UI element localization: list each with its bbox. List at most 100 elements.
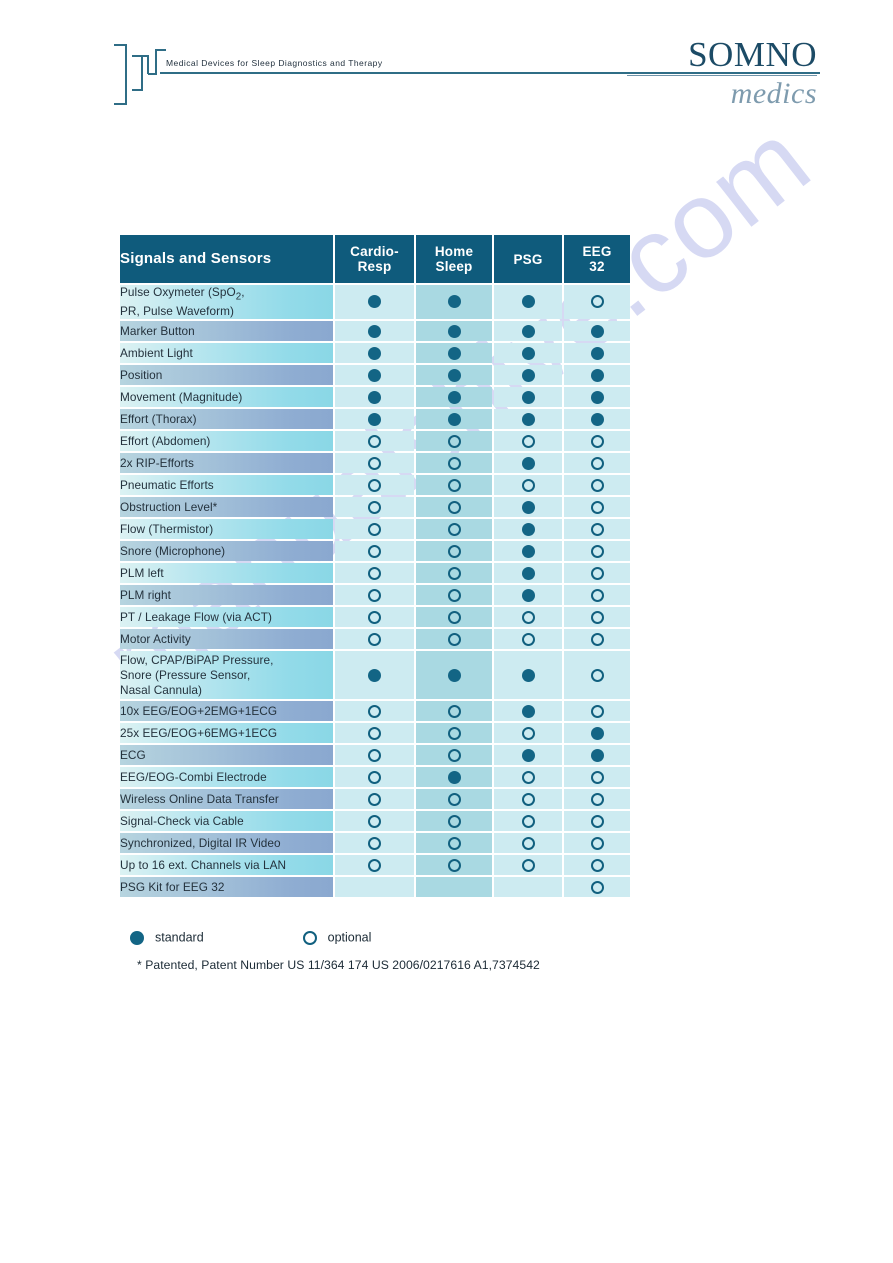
open-circle-icon [521,434,535,448]
matrix-cell [564,767,630,788]
open-circle-icon [590,544,604,558]
matrix-cell [335,629,414,650]
brand-name-medics: medics [730,77,817,110]
comparison-matrix: Signals and Sensors Cardio- Resp Home Sl… [118,233,632,899]
matrix-cell [494,701,562,722]
filled-circle-icon [447,324,461,338]
table-head: Signals and Sensors Cardio- Resp Home Sl… [120,235,630,283]
matrix-cell [494,629,562,650]
empty-cell-icon [522,881,535,894]
matrix-cell [494,789,562,810]
matrix-cell [335,519,414,540]
open-circle-icon [590,704,604,718]
table-row: Ambient Light [120,343,630,364]
filled-circle-icon [521,346,535,360]
table-row: Effort (Abdomen) [120,431,630,452]
matrix-cell [335,745,414,766]
open-circle-icon [368,632,381,646]
open-circle-icon [590,522,604,536]
row-label: PLM right [120,585,333,606]
matrix-cell [494,877,562,898]
matrix-cell [494,409,562,430]
page-header: Medical Devices for Sleep Diagnostics an… [0,0,893,140]
column-header-psg: PSG [494,235,562,283]
matrix-cell [416,321,492,342]
open-circle-icon [447,814,461,828]
open-circle-icon [447,748,461,762]
filled-circle-icon [590,748,604,762]
column-header-line1: Home [434,244,474,259]
empty-cell-icon [448,881,461,894]
matrix-cell [335,497,414,518]
legend-optional: optional [302,930,371,946]
filled-circle-icon [521,456,535,470]
matrix-cell [564,585,630,606]
filled-circle-icon [521,295,535,309]
matrix-cell [564,607,630,628]
open-circle-icon [368,434,381,448]
column-header-eeg-32: EEG 32 [564,235,630,283]
row-label: Effort (Thorax) [120,409,333,430]
open-circle-icon [368,610,381,624]
open-circle-icon [521,836,535,850]
table-row: Obstruction Level* [120,497,630,518]
matrix-cell [564,409,630,430]
table-row: Pneumatic Efforts [120,475,630,496]
filled-circle-icon [521,324,535,338]
matrix-cell [564,541,630,562]
row-label: PLM left [120,563,333,584]
matrix-cell [416,541,492,562]
matrix-cell [335,607,414,628]
matrix-cell [416,585,492,606]
open-circle-icon [447,726,461,740]
open-circle-icon [447,836,461,850]
matrix-cell [335,409,414,430]
open-circle-icon [368,814,381,828]
matrix-cell [416,833,492,854]
filled-circle-icon [521,704,535,718]
open-circle-icon [447,858,461,872]
matrix-cell [564,629,630,650]
row-label: Flow (Thermistor) [120,519,333,540]
filled-circle-icon [447,390,461,404]
table-title: Signals and Sensors [120,250,272,267]
matrix-cell [564,811,630,832]
matrix-cell [416,723,492,744]
matrix-cell [564,453,630,474]
matrix-cell [494,365,562,386]
matrix-cell [335,767,414,788]
table-title-cell: Signals and Sensors [120,235,333,283]
open-circle-icon [368,456,381,470]
brand-logo: SOMNO medics [627,36,817,111]
matrix-cell [494,541,562,562]
table-row: PLM left [120,563,630,584]
matrix-cell [416,285,492,320]
matrix-cell [564,833,630,854]
open-circle-icon [447,610,461,624]
open-circle-icon [590,632,604,646]
filled-circle-icon [521,588,535,602]
brand-name-somno: SOMNO [688,35,817,74]
table-row: Position [120,365,630,386]
matrix-cell [564,475,630,496]
open-circle-icon [590,836,604,850]
matrix-cell [494,767,562,788]
open-circle-icon [368,836,381,850]
open-circle-icon [521,726,535,740]
filled-circle-icon [521,522,535,536]
row-label: 2x RIP-Efforts [120,453,333,474]
filled-circle-icon [521,412,535,426]
open-circle-icon [521,814,535,828]
open-circle-icon [590,610,604,624]
matrix-cell [335,701,414,722]
matrix-cell [416,745,492,766]
open-circle-icon [368,522,381,536]
column-header-line1: EEG [582,244,612,259]
matrix-cell [416,497,492,518]
matrix-cell [494,745,562,766]
matrix-cell [564,431,630,452]
filled-circle-icon [521,368,535,382]
matrix-cell [416,607,492,628]
matrix-cell [564,723,630,744]
filled-circle-icon [447,668,461,682]
